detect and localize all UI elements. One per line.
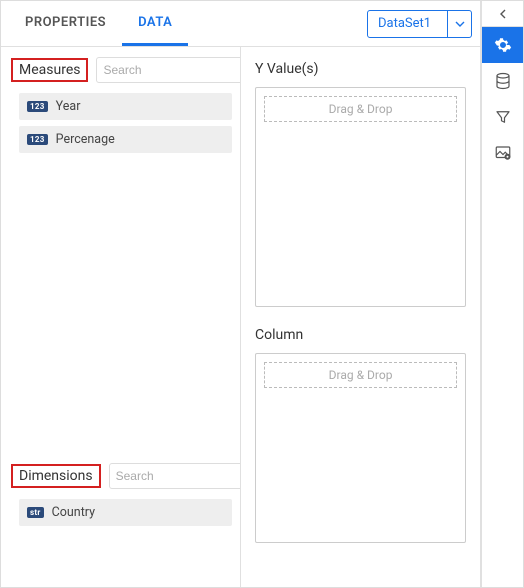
- dataset-select[interactable]: DataSet1: [367, 10, 472, 38]
- dimensions-search[interactable]: [109, 463, 241, 489]
- field-item[interactable]: str Country: [19, 499, 232, 526]
- yvalues-dropzone[interactable]: Drag & Drop: [264, 96, 457, 122]
- column-panel: Drag & Drop: [255, 353, 466, 543]
- field-label: Year: [56, 99, 81, 114]
- type-badge-string-icon: str: [27, 507, 44, 518]
- right-rail: [481, 1, 523, 587]
- column-label: Column: [255, 327, 466, 343]
- yvalues-label: Y Value(s): [255, 61, 466, 77]
- drop-column: Y Value(s) Drag & Drop Column Drag & Dro…: [241, 47, 480, 587]
- dimensions-list: str Country: [11, 499, 232, 526]
- tabs: PROPERTIES DATA: [9, 1, 188, 46]
- field-label: Country: [52, 505, 95, 520]
- measures-list: 123 Year 123 Percenage: [11, 93, 232, 153]
- measures-title: Measures: [11, 58, 88, 82]
- chevron-down-icon: [447, 11, 471, 37]
- gear-icon[interactable]: [482, 27, 523, 63]
- field-label: Percenage: [56, 132, 115, 147]
- tab-properties[interactable]: PROPERTIES: [9, 1, 122, 46]
- dimensions-title: Dimensions: [11, 464, 101, 488]
- dimensions-search-input[interactable]: [116, 469, 241, 483]
- measures-search-input[interactable]: [103, 63, 241, 77]
- column-dropzone[interactable]: Drag & Drop: [264, 362, 457, 388]
- panel-header: PROPERTIES DATA DataSet1: [1, 1, 480, 47]
- dataset-selected: DataSet1: [368, 16, 447, 31]
- measures-search[interactable]: [96, 57, 241, 83]
- yvalues-panel: Drag & Drop: [255, 87, 466, 307]
- expand-arrow-icon[interactable]: [482, 1, 523, 27]
- database-icon[interactable]: [482, 63, 523, 99]
- image-settings-icon[interactable]: [482, 135, 523, 171]
- fields-column: Measures 123 Year 123 Per: [1, 47, 241, 587]
- field-item[interactable]: 123 Year: [19, 93, 232, 120]
- type-badge-number-icon: 123: [27, 101, 48, 112]
- filter-icon[interactable]: [482, 99, 523, 135]
- type-badge-number-icon: 123: [27, 134, 48, 145]
- field-item[interactable]: 123 Percenage: [19, 126, 232, 153]
- tab-data[interactable]: DATA: [122, 1, 188, 46]
